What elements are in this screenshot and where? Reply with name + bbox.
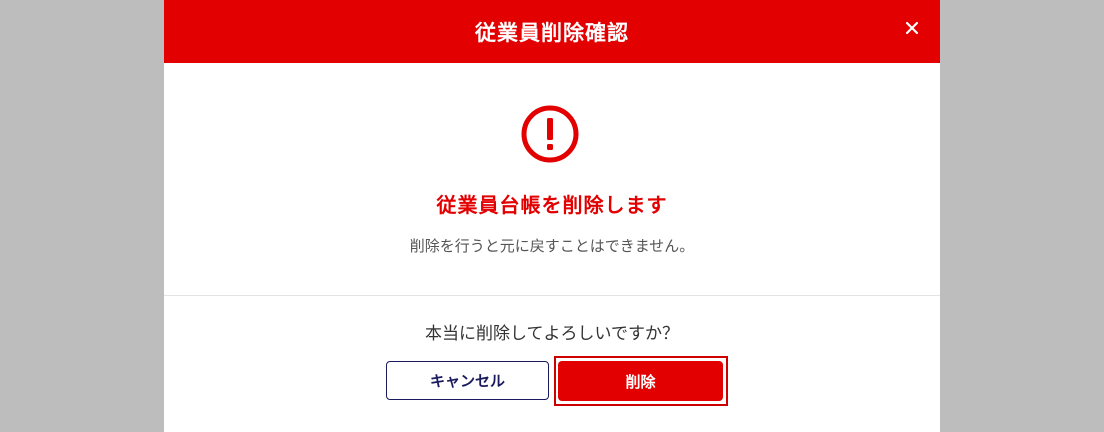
close-icon: [905, 21, 919, 35]
delete-confirm-dialog: 従業員削除確認 従業員台帳を削除します 削除を行うと元に戻すことはできません。 …: [164, 0, 940, 432]
cancel-button[interactable]: キャンセル: [386, 361, 549, 400]
confirm-question: 本当に削除してよろしいですか？: [425, 324, 679, 344]
warning-message-subtext: 削除を行うと元に戻すことはできません。: [409, 237, 695, 255]
divider: [164, 295, 940, 296]
close-button[interactable]: [904, 20, 920, 36]
warning-message-title: 従業員台帳を削除します: [436, 193, 668, 217]
dialog-title: 従業員削除確認: [475, 20, 629, 45]
exclamation-circle-icon: [520, 104, 580, 164]
delete-button[interactable]: 削除: [558, 361, 723, 401]
dialog-header: 従業員削除確認: [164, 0, 940, 63]
